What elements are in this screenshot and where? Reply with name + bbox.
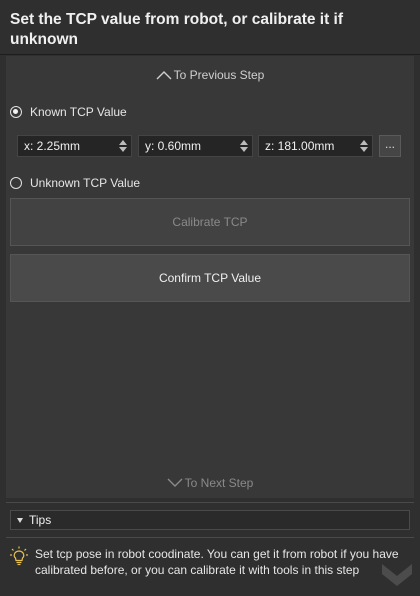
- known-tcp-radio[interactable]: Known TCP Value: [10, 103, 127, 121]
- divider: [6, 502, 414, 503]
- step-up-icon[interactable]: [360, 140, 368, 145]
- tcp-z-stepper[interactable]: [358, 136, 370, 156]
- divider: [6, 537, 414, 538]
- step-down-icon[interactable]: [240, 147, 248, 152]
- previous-step-label: To Previous Step: [173, 68, 265, 82]
- chevron-up-icon: [156, 68, 172, 84]
- tip-text: Set tcp pose in robot coodinate. You can…: [35, 547, 399, 577]
- tcp-x-value[interactable]: x: 2.25mm: [18, 139, 117, 153]
- tcp-z-value[interactable]: z: 181.00mm: [259, 139, 358, 153]
- lightbulb-icon: [10, 546, 28, 566]
- tips-label: Tips: [29, 513, 52, 527]
- tips-toggle[interactable]: Tips: [10, 510, 410, 530]
- page-title: Set the TCP value from robot, or calibra…: [10, 11, 344, 48]
- to-previous-step-button[interactable]: To Previous Step: [0, 67, 420, 83]
- tcp-x-stepper[interactable]: [117, 136, 129, 156]
- tcp-z-spinbox[interactable]: z: 181.00mm: [258, 135, 373, 157]
- known-tcp-label: Known TCP Value: [30, 105, 127, 119]
- tcp-x-spinbox[interactable]: x: 2.25mm: [17, 135, 132, 157]
- chevron-down-icon: [167, 476, 183, 492]
- step-up-icon[interactable]: [119, 140, 127, 145]
- logo-watermark-icon: [378, 560, 416, 588]
- known-tcp-radio-indicator[interactable]: [10, 106, 22, 118]
- unknown-tcp-label: Unknown TCP Value: [30, 176, 141, 190]
- to-next-step-button[interactable]: To Next Step: [0, 475, 420, 491]
- step-up-icon[interactable]: [240, 140, 248, 145]
- step-down-icon[interactable]: [119, 147, 127, 152]
- tcp-more-button[interactable]: ...: [379, 135, 401, 157]
- unknown-tcp-radio-indicator[interactable]: [10, 177, 22, 189]
- collapse-arrow-icon[interactable]: [17, 517, 23, 523]
- next-step-label: To Next Step: [184, 476, 254, 490]
- tcp-y-spinbox[interactable]: y: 0.60mm: [138, 135, 253, 157]
- tcp-y-stepper[interactable]: [238, 136, 250, 156]
- tcp-y-value[interactable]: y: 0.60mm: [139, 139, 238, 153]
- header: Set the TCP value from robot, or calibra…: [0, 0, 420, 55]
- confirm-tcp-value-button[interactable]: Confirm TCP Value: [10, 254, 410, 302]
- unknown-tcp-radio[interactable]: Unknown TCP Value: [10, 174, 140, 192]
- step-down-icon[interactable]: [360, 147, 368, 152]
- calibrate-tcp-button[interactable]: Calibrate TCP: [10, 198, 410, 246]
